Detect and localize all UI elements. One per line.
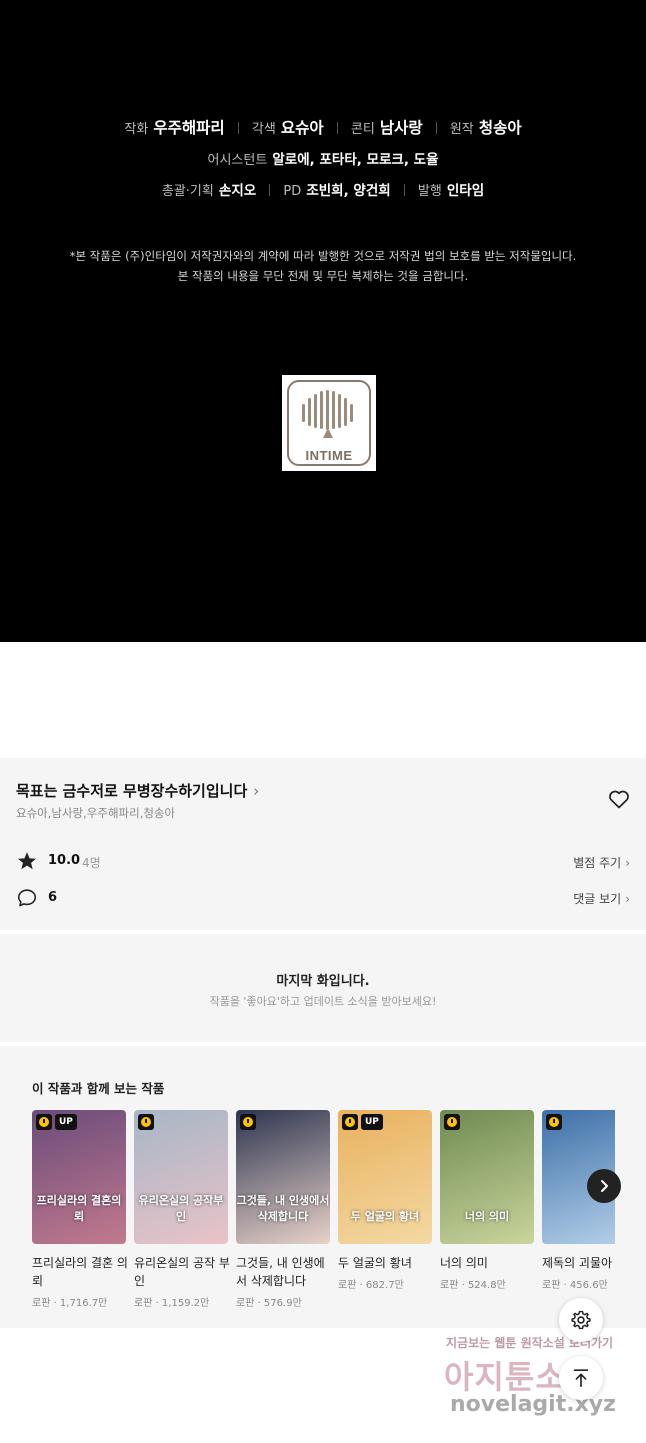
credits-line-main: 작화 우주해파리 각색 요슈아 콘티 남사랑 원작 청송아 xyxy=(0,116,646,138)
credit-name: 손지오 xyxy=(218,183,257,199)
cover-image: UP 두 얼굴의 황녀 xyxy=(338,1110,432,1244)
chevron-right-icon xyxy=(601,1180,608,1192)
chevron-right-icon: › xyxy=(625,856,630,870)
rating-value: 10.0 xyxy=(48,853,81,868)
card-meta: 로판 · 576.9만 xyxy=(236,1298,302,1309)
rate-label: 별점 주기 xyxy=(573,856,622,870)
card-title: 너의 의미 xyxy=(440,1256,488,1270)
card-meta: 로판 · 1,716.7만 xyxy=(32,1298,108,1309)
cover-title-art: 그것들, 내 인생에서 삭제합니다 xyxy=(236,1194,330,1223)
divider xyxy=(269,184,271,196)
clock-badge-icon xyxy=(546,1114,562,1130)
publisher-logo: INTIME xyxy=(282,375,376,471)
arrow-up-icon xyxy=(573,1369,589,1388)
work-authors: 요슈아,남사랑,우주해파리,청송아 xyxy=(16,806,176,820)
credits-line-assistants: 어시스턴트 알로에, 포타타, 모로크, 도율 xyxy=(0,148,646,168)
cover-title-art: 너의 의미 xyxy=(464,1210,510,1223)
last-episode-subtitle: 작품을 '좋아요'하고 업데이트 소식을 받아보세요! xyxy=(209,995,437,1008)
credit-name: 남사랑 xyxy=(379,119,423,137)
recommend-card[interactable]: 그것들, 내 인생에서 삭제합니다 그것들, 내 인생에서 삭제합니다 로판 · 5… xyxy=(236,1110,330,1320)
heart-icon[interactable] xyxy=(607,787,631,811)
cover-image: 너의 의미 xyxy=(440,1110,534,1244)
comments-button[interactable]: 댓글 보기 › xyxy=(573,890,630,907)
work-title: 목표는 금수저로 무병장수하기입니다 xyxy=(16,782,248,800)
logo-frame: INTIME xyxy=(287,380,371,466)
credit-name: 조빈희, 양건희 xyxy=(306,183,391,199)
recommend-card[interactable]: 제독의 괴물아로판 · 456.6만 xyxy=(542,1110,615,1320)
clock-badge-icon xyxy=(444,1114,460,1130)
work-title-link[interactable]: 목표는 금수저로 무병장수하기입니다 › xyxy=(16,780,259,801)
credit-name: 알로에, 포타타, 모로크, 도율 xyxy=(272,152,439,168)
divider xyxy=(435,122,437,134)
scroll-top-button[interactable] xyxy=(559,1356,603,1400)
comment-icon xyxy=(17,889,37,907)
divider xyxy=(336,122,338,134)
rating-count: 4명 xyxy=(82,856,101,870)
card-meta: 로판 · 682.7만 xyxy=(338,1280,404,1291)
comment-count: 6 xyxy=(48,890,58,905)
carousel-next-button[interactable] xyxy=(587,1169,621,1203)
credit-name: 인타임 xyxy=(446,183,485,199)
logo-tree-icon xyxy=(302,390,353,438)
card-title: 두 얼굴의 황녀 xyxy=(338,1256,412,1270)
card-title: 유리온실의 공작 부인 xyxy=(134,1256,230,1288)
credits-line-production: 총괄·기획 손지오 PD 조빈희, 양건희 발행 인타임 xyxy=(0,179,646,199)
chevron-right-icon: › xyxy=(625,892,630,906)
last-episode-title: 마지막 화입니다. xyxy=(276,974,370,989)
recommend-carousel[interactable]: UP 프리실라의 결혼의뢰프리실라의 결혼 의뢰로판 · 1,716.7만 유리온실… xyxy=(32,1110,615,1320)
chevron-right-icon: › xyxy=(253,782,260,800)
divider xyxy=(403,184,405,196)
credit-role: 각색 xyxy=(251,122,276,137)
credit-name: 우주해파리 xyxy=(153,119,225,137)
card-meta: 로판 · 456.6만 xyxy=(542,1280,608,1291)
watermark: 지금보는 웹툰 원작소설 보러가기 아지툰소설 novelagit.xyz xyxy=(440,1334,640,1424)
clock-badge-icon xyxy=(138,1114,154,1130)
last-episode-section: 마지막 화입니다. 작품을 '좋아요'하고 업데이트 소식을 받아보세요! xyxy=(0,934,646,1042)
copyright-notice: *본 작품은 (주)인타임이 저작권자와의 계약에 따라 발행한 것으로 저작권… xyxy=(69,249,577,263)
credit-role: 발행 xyxy=(417,184,442,199)
copyright-notice: 본 작품의 내용을 무단 전재 및 무단 복제하는 것을 금합니다. xyxy=(177,269,469,283)
card-meta: 로판 · 1,159.2만 xyxy=(134,1298,210,1309)
card-meta: 로판 · 524.8만 xyxy=(440,1280,506,1291)
credit-name: 청송아 xyxy=(478,119,522,137)
credit-role: 어시스턴트 xyxy=(207,153,268,168)
credit-name: 요슈아 xyxy=(280,119,324,137)
clock-badge-icon xyxy=(240,1114,256,1130)
cover-image: UP 프리실라의 결혼의뢰 xyxy=(32,1110,126,1244)
cover-title-art: 두 얼굴의 황녀 xyxy=(350,1210,420,1223)
gear-icon xyxy=(571,1310,591,1330)
clock-badge-icon xyxy=(342,1114,358,1130)
clock-badge-icon xyxy=(36,1114,52,1130)
card-title: 그것들, 내 인생에서 삭제합니다 xyxy=(236,1256,325,1288)
credit-role: PD xyxy=(283,184,302,199)
recommend-card[interactable]: 유리온실의 공작부인유리온실의 공작 부인로판 · 1,159.2만 xyxy=(134,1110,230,1320)
rate-button[interactable]: 별점 주기 › xyxy=(573,854,630,871)
cover-title-art: 유리온실의 공작부인 xyxy=(138,1194,224,1223)
credit-role: 원작 xyxy=(449,122,474,137)
card-title: 제독의 괴물아 xyxy=(542,1256,613,1270)
divider xyxy=(237,122,239,134)
card-title: 프리실라의 결혼 의뢰 xyxy=(32,1256,128,1288)
credit-role: 작화 xyxy=(124,122,149,137)
settings-button[interactable] xyxy=(559,1298,603,1342)
recommend-card[interactable]: UP 두 얼굴의 황녀 두 얼굴의 황녀 로판 · 682.7만 xyxy=(338,1110,432,1320)
cover-image: 그것들, 내 인생에서 삭제합니다 xyxy=(236,1110,330,1244)
credits-section: 작화 우주해파리 각색 요슈아 콘티 남사랑 원작 청송아 어시스턴트 알로에,… xyxy=(0,0,646,642)
recommend-section: 이 작품과 함께 보는 작품 UP 프리실라의 결혼의뢰프리실라의 결혼 의뢰로판… xyxy=(0,1046,646,1328)
up-badge: UP xyxy=(361,1114,383,1130)
star-icon xyxy=(18,852,36,870)
comments-label: 댓글 보기 xyxy=(573,892,622,906)
cover-title-art: 프리실라의 결혼의뢰 xyxy=(36,1194,122,1223)
up-badge: UP xyxy=(55,1114,77,1130)
credit-role: 총괄·기획 xyxy=(161,184,214,199)
credit-role: 콘티 xyxy=(350,122,375,137)
logo-text: INTIME xyxy=(305,448,353,463)
cover-image: 유리온실의 공작부인 xyxy=(134,1110,228,1244)
recommend-card[interactable]: 너의 의미 너의 의미 로판 · 524.8만 xyxy=(440,1110,534,1320)
recommend-title: 이 작품과 함께 보는 작품 xyxy=(32,1081,165,1096)
work-info-card: 목표는 금수저로 무병장수하기입니다 › 요슈아,남사랑,우주해파리,청송아 10… xyxy=(0,758,646,930)
recommend-card[interactable]: UP 프리실라의 결혼의뢰프리실라의 결혼 의뢰로판 · 1,716.7만 xyxy=(32,1110,128,1320)
